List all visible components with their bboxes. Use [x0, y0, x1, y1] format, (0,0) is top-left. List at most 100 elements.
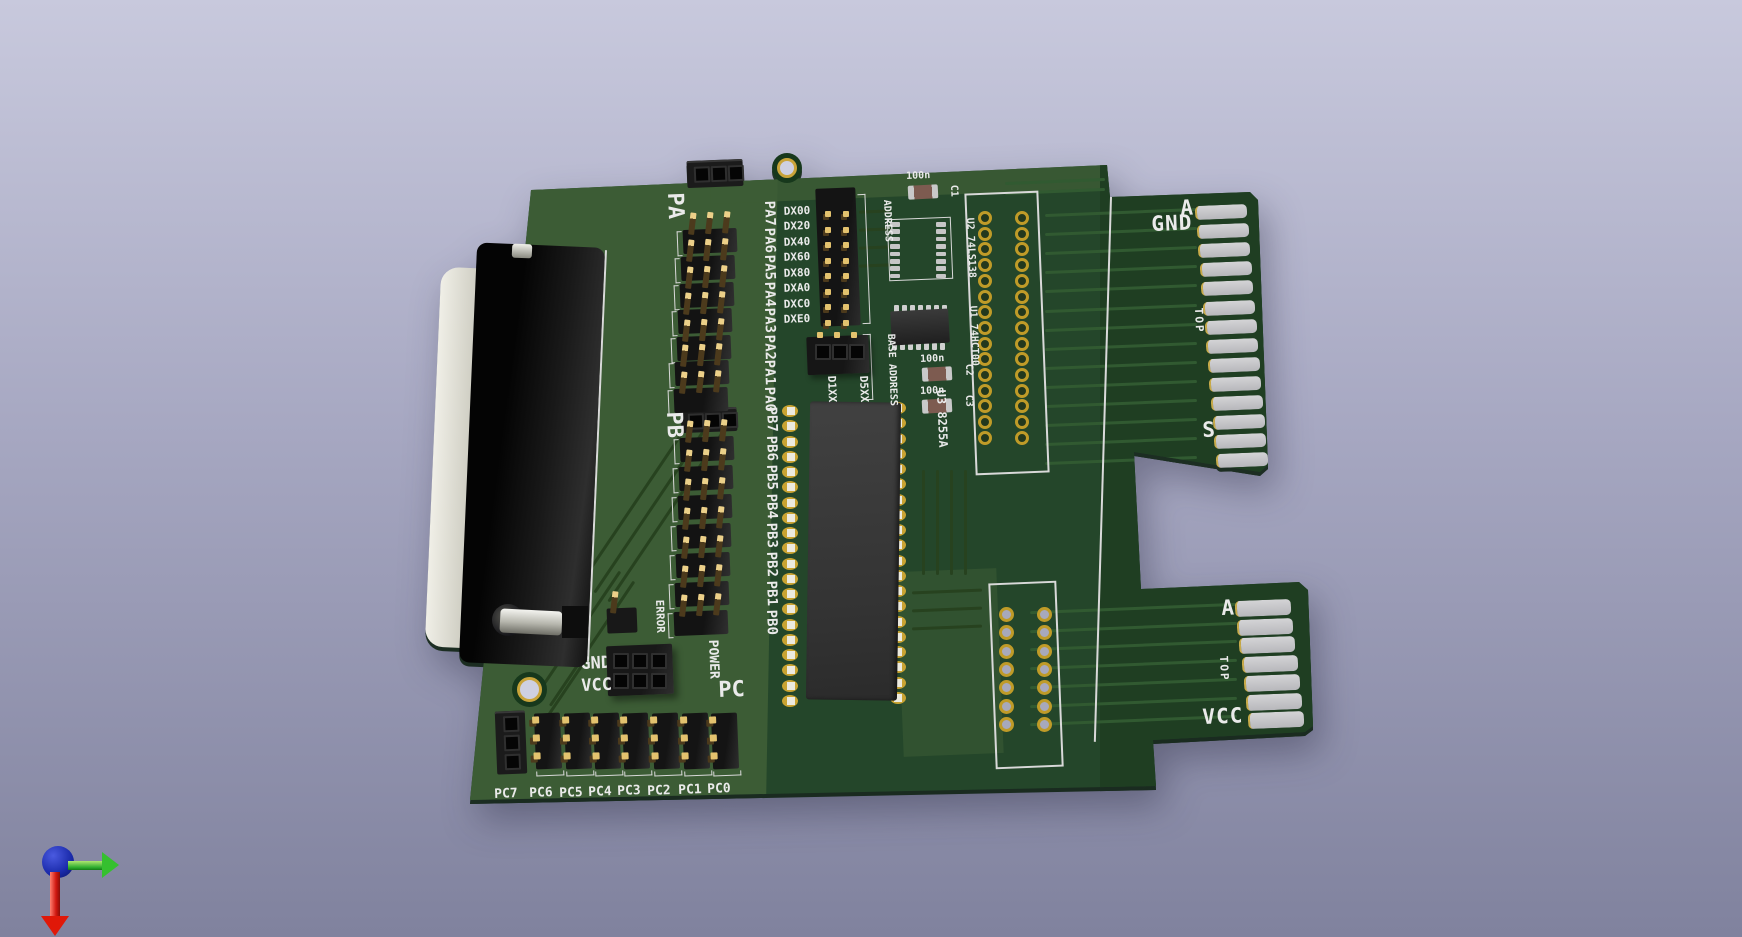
smd-pad: [936, 266, 946, 271]
smd-lead: [932, 343, 937, 350]
axis-y-arrow-icon: [50, 872, 60, 918]
dip-pin: [782, 573, 798, 585]
axis-x-arrow-icon: [68, 861, 104, 870]
plated-hole: [978, 211, 992, 225]
plated-hole: [978, 415, 992, 429]
address-row-label: DX00: [756, 205, 810, 218]
plated-hole: [978, 321, 992, 335]
header-pin-tip: [817, 332, 823, 338]
smd-pad: [936, 252, 946, 257]
capacitor-c2: [922, 366, 953, 382]
plated-hole: [1015, 368, 1029, 382]
dsub-thumbscrew: [499, 608, 562, 635]
edge-finger: [1246, 692, 1303, 710]
smd-pad: [936, 259, 946, 264]
u3-designator-label: U3 8255A: [935, 390, 949, 448]
pin-label: PC7: [494, 787, 518, 801]
header-pin: [680, 344, 689, 367]
header-segment-pa: [673, 387, 728, 413]
header-pin: [715, 535, 724, 558]
header-pin: [591, 716, 598, 723]
edge-finger: [1214, 433, 1267, 449]
header-segment-pc: [682, 713, 710, 770]
smd-pad: [890, 252, 900, 257]
header-pin: [562, 716, 569, 723]
dip-pin-lead: [787, 544, 795, 552]
edge-finger: [1216, 452, 1269, 468]
pin-label: PB4: [764, 493, 779, 519]
smd-pad: [890, 274, 900, 279]
header-pin-tip: [825, 211, 831, 217]
copper-pour-bottom-patch: [896, 568, 1003, 757]
header-segment-pc: [622, 713, 650, 770]
edge-finger: [1235, 599, 1292, 617]
header-pin: [713, 593, 722, 616]
header-pin-tip: [843, 289, 849, 295]
socket-hole: [651, 673, 667, 689]
header-pin: [697, 565, 706, 588]
header-pin-tip: [825, 242, 831, 248]
socket-hole: [651, 653, 667, 669]
plated-hole: [978, 258, 992, 272]
plated-hole: [1015, 431, 1029, 445]
edge-top-s-label: S: [1202, 419, 1216, 441]
dip-pin-lead: [787, 621, 795, 629]
header-pin: [686, 239, 695, 262]
capacitor-c1: [908, 184, 939, 200]
header-pin: [532, 716, 539, 723]
header-pin: [714, 564, 723, 587]
dip-pin: [782, 466, 798, 478]
3d-viewport[interactable]: PA7PA6PA5PA4PA3PA2PA1PA0PB7PB6PB5PB4PB3P…: [0, 0, 1742, 937]
header-pin: [699, 507, 708, 530]
dip-pin: [782, 405, 798, 417]
socket-hole: [815, 344, 831, 360]
edge-finger: [1196, 223, 1249, 239]
dsub-nut: [562, 606, 588, 638]
header-pin: [696, 594, 705, 617]
header-segment-pc: [534, 713, 562, 770]
port-a-label: PA: [663, 192, 686, 219]
edge-bottom-pin-a-label: A: [1221, 597, 1235, 619]
jumper-d5xx-label: D5XX: [858, 376, 870, 403]
dip-pin-lead: [787, 438, 795, 446]
header-pin-tip: [843, 242, 849, 248]
socket-hole: [613, 653, 629, 669]
header-pin: [710, 734, 717, 741]
base-address-label: BASE ADDRESS: [885, 334, 898, 407]
dip-pin-lead: [787, 529, 795, 537]
header-pin: [719, 419, 728, 442]
header-segment-pc: [711, 713, 739, 770]
edge-top-gnd-label: GND: [1151, 212, 1193, 235]
header-pin: [680, 565, 689, 588]
dip-pin: [782, 512, 798, 524]
edge-finger: [1201, 280, 1254, 296]
header-pin: [717, 291, 726, 314]
plated-hole: [978, 384, 992, 398]
socket-hole: [832, 344, 848, 360]
dip-pin-lead: [787, 682, 795, 690]
port-c-label: PC: [718, 679, 745, 702]
header-pin: [563, 752, 570, 759]
axis-x-arrowhead-icon: [102, 852, 119, 878]
header-pin: [716, 506, 725, 529]
header-segment-pc: [652, 713, 680, 770]
pin-label: PB5: [764, 464, 779, 490]
c1-ref-label: C1: [948, 185, 958, 197]
plated-hole: [1015, 227, 1029, 241]
edge-finger: [1195, 204, 1248, 220]
pin-label: PB6: [764, 435, 779, 461]
header-pin-tip: [825, 289, 831, 295]
header-pin-tip: [825, 227, 831, 233]
u2-designator-label: U2 74LS138: [964, 218, 976, 279]
header-pin: [681, 734, 688, 741]
pin-label: PC4: [588, 785, 612, 799]
jumper-d1xx-label: D1XX: [826, 376, 838, 403]
header-segment-pc: [593, 713, 621, 770]
plated-hole: [978, 274, 992, 288]
plated-hole: [999, 662, 1014, 677]
smd-pad: [890, 259, 900, 264]
plated-hole: [1037, 662, 1052, 677]
pin-label: PC0: [707, 782, 731, 796]
edge-finger: [1198, 242, 1251, 258]
plated-hole: [999, 699, 1014, 714]
